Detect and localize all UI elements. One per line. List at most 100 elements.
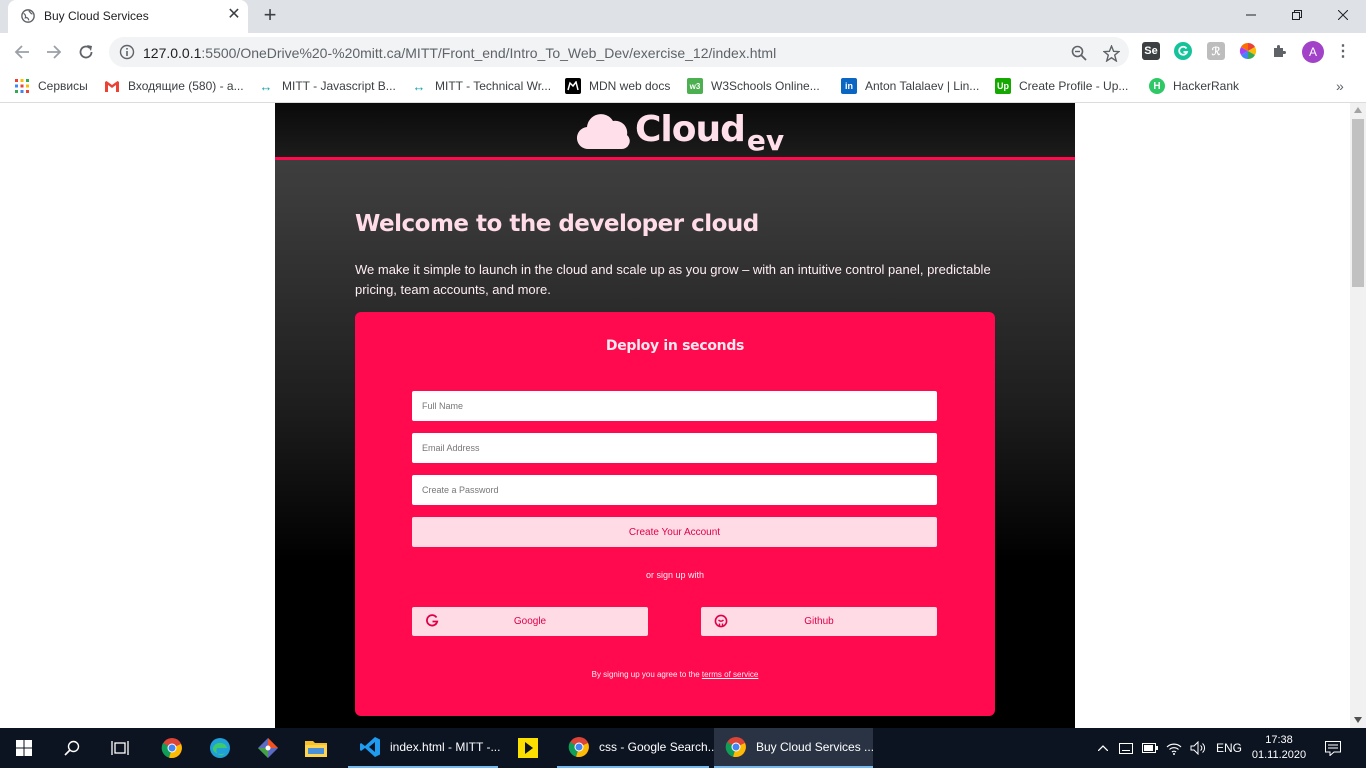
restore-window-button[interactable] [1274,0,1320,30]
taskbar-sticky-notes[interactable] [504,728,552,768]
github-button-label: Github [804,616,834,627]
clock-date: 01.11.2020 [1251,749,1307,761]
bookmark-mdn[interactable]: MDN web docs [565,77,670,95]
sticky-notes-icon [518,738,538,758]
task-view-icon [111,741,129,755]
taskbar-chrome[interactable] [148,728,196,768]
bookmark-w3schools[interactable]: w3 W3Schools Online... [687,77,820,95]
profile-avatar[interactable]: A [1302,41,1324,63]
google-signup-button[interactable]: Google [412,607,648,636]
wifi-icon[interactable] [1165,728,1183,768]
bookmark-mitt-technical[interactable]: ↔ MITT - Technical Wr... [411,77,552,95]
forward-button[interactable] [42,41,66,63]
bookmark-label: MITT - Javascript B... [282,79,396,93]
close-tab-icon[interactable]: ✕ [226,7,242,23]
zoom-icon[interactable] [1070,44,1088,62]
bookmark-label: HackerRank [1173,79,1240,93]
bookmark-gmail[interactable]: Входящие (580) - a... [104,77,244,95]
start-button[interactable] [0,728,48,768]
tray-overflow-icon[interactable] [1094,728,1112,768]
close-window-button[interactable] [1320,0,1366,30]
tab-strip: Buy Cloud Services ✕ + [0,0,1366,33]
minimize-icon [1246,14,1256,16]
chrome-icon [567,735,591,759]
taskbar-file-explorer[interactable] [292,728,340,768]
bookmark-label: MDN web docs [589,79,671,93]
taskbar-app-label: css - Google Search... [599,740,718,754]
upwork-icon: Up [995,78,1011,94]
notifications-icon[interactable] [1318,728,1348,768]
bookmark-label: MITT - Technical Wr... [435,79,552,93]
site-logo[interactable]: Cloud ev [577,105,784,157]
taskbar-app-label: Buy Cloud Services ... [756,740,875,754]
battery-icon[interactable] [1141,728,1159,768]
github-signup-button[interactable]: Github [701,607,937,636]
selenium-extension-icon[interactable]: Se [1142,42,1160,60]
minimize-window-button[interactable] [1228,0,1274,30]
task-view-button[interactable] [96,728,144,768]
git-icon [258,738,278,758]
linkedin-icon: in [841,78,857,94]
volume-icon[interactable] [1189,728,1207,768]
signup-card-title: Deploy in seconds [605,338,745,354]
browser-tab-active[interactable]: Buy Cloud Services ✕ [8,0,248,33]
address-bar[interactable]: 127.0.0.1:5500/OneDrive%20-%20mitt.ca/MI… [109,37,1129,67]
taskbar-app-label: index.html - MITT -... [390,740,501,754]
close-window-icon [1338,10,1348,20]
fragment-extension-icon[interactable]: ℛ [1207,42,1225,60]
scroll-up-icon[interactable] [1354,107,1362,113]
restore-icon [1292,10,1302,20]
w3schools-icon: w3 [687,78,703,94]
page-scrollbar[interactable] [1350,103,1366,729]
scrollbar-thumb[interactable] [1352,119,1364,287]
clock[interactable]: 17:38 01.11.2020 [1250,728,1308,768]
browser-toolbar: 127.0.0.1:5500/OneDrive%20-%20mitt.ca/MI… [0,33,1366,71]
back-button[interactable] [10,41,34,63]
reload-button[interactable] [74,41,98,63]
url-text[interactable]: 127.0.0.1:5500/OneDrive%20-%20mitt.ca/MI… [143,45,776,61]
taskbar-app-chrome-active[interactable]: Buy Cloud Services ... [714,728,875,768]
bookmark-star-icon[interactable] [1102,44,1120,62]
keyboard-icon[interactable] [1117,728,1135,768]
search-button[interactable] [48,728,96,768]
language-indicator[interactable]: ENG [1213,728,1245,768]
new-tab-button[interactable]: + [259,4,281,27]
email-input[interactable] [412,433,937,463]
folder-icon [305,741,327,757]
arrow-left-icon [14,45,29,59]
mdn-icon [565,78,581,94]
logo-main-text: Cloud [635,109,746,150]
taskbar-git-app[interactable] [244,728,292,768]
info-icon[interactable] [119,44,135,60]
hackerrank-icon: H [1149,78,1165,94]
arrow-right-icon [47,45,62,59]
color-picker-extension-icon[interactable] [1239,42,1257,60]
bookmarks-overflow-icon[interactable]: » [1336,77,1344,95]
scroll-down-icon[interactable] [1354,717,1362,723]
bookmark-label: Входящие (580) - a... [128,79,244,93]
chrome-menu-icon[interactable]: ⋮ [1334,42,1352,60]
taskbar-app-chrome-search[interactable]: css - Google Search... [557,728,718,768]
bookmark-upwork[interactable]: Up Create Profile - Up... [995,77,1128,95]
bookmark-label: W3Schools Online... [711,79,820,93]
mitt-icon: ↔ [412,78,426,94]
taskbar-app-vscode[interactable]: index.html - MITT -... [348,728,501,768]
bookmark-label: Create Profile - Up... [1019,79,1129,93]
bookmark-apps[interactable]: Сервисы [14,77,88,95]
full-name-input[interactable] [412,391,937,421]
password-input[interactable] [412,475,937,505]
terms-of-service-link[interactable]: terms of service [702,670,758,679]
create-account-button[interactable]: Create Your Account [412,517,937,547]
bookmark-hackerrank[interactable]: H HackerRank [1149,77,1239,95]
grammarly-extension-icon[interactable] [1174,42,1192,60]
bookmark-label: Сервисы [38,79,88,93]
gmail-icon [104,78,120,94]
vscode-icon [358,735,382,759]
taskbar-edge[interactable] [196,728,244,768]
bookmark-linkedin[interactable]: in Anton Talalaev | Lin... [841,77,979,95]
edge-icon [210,738,230,758]
extensions-puzzle-icon[interactable] [1271,42,1289,60]
or-sign-up-with-text: or sign up with [645,570,705,580]
bookmark-mitt-javascript[interactable]: ↔ MITT - Javascript B... [258,77,396,95]
url-host: 127.0.0.1 [143,45,202,61]
